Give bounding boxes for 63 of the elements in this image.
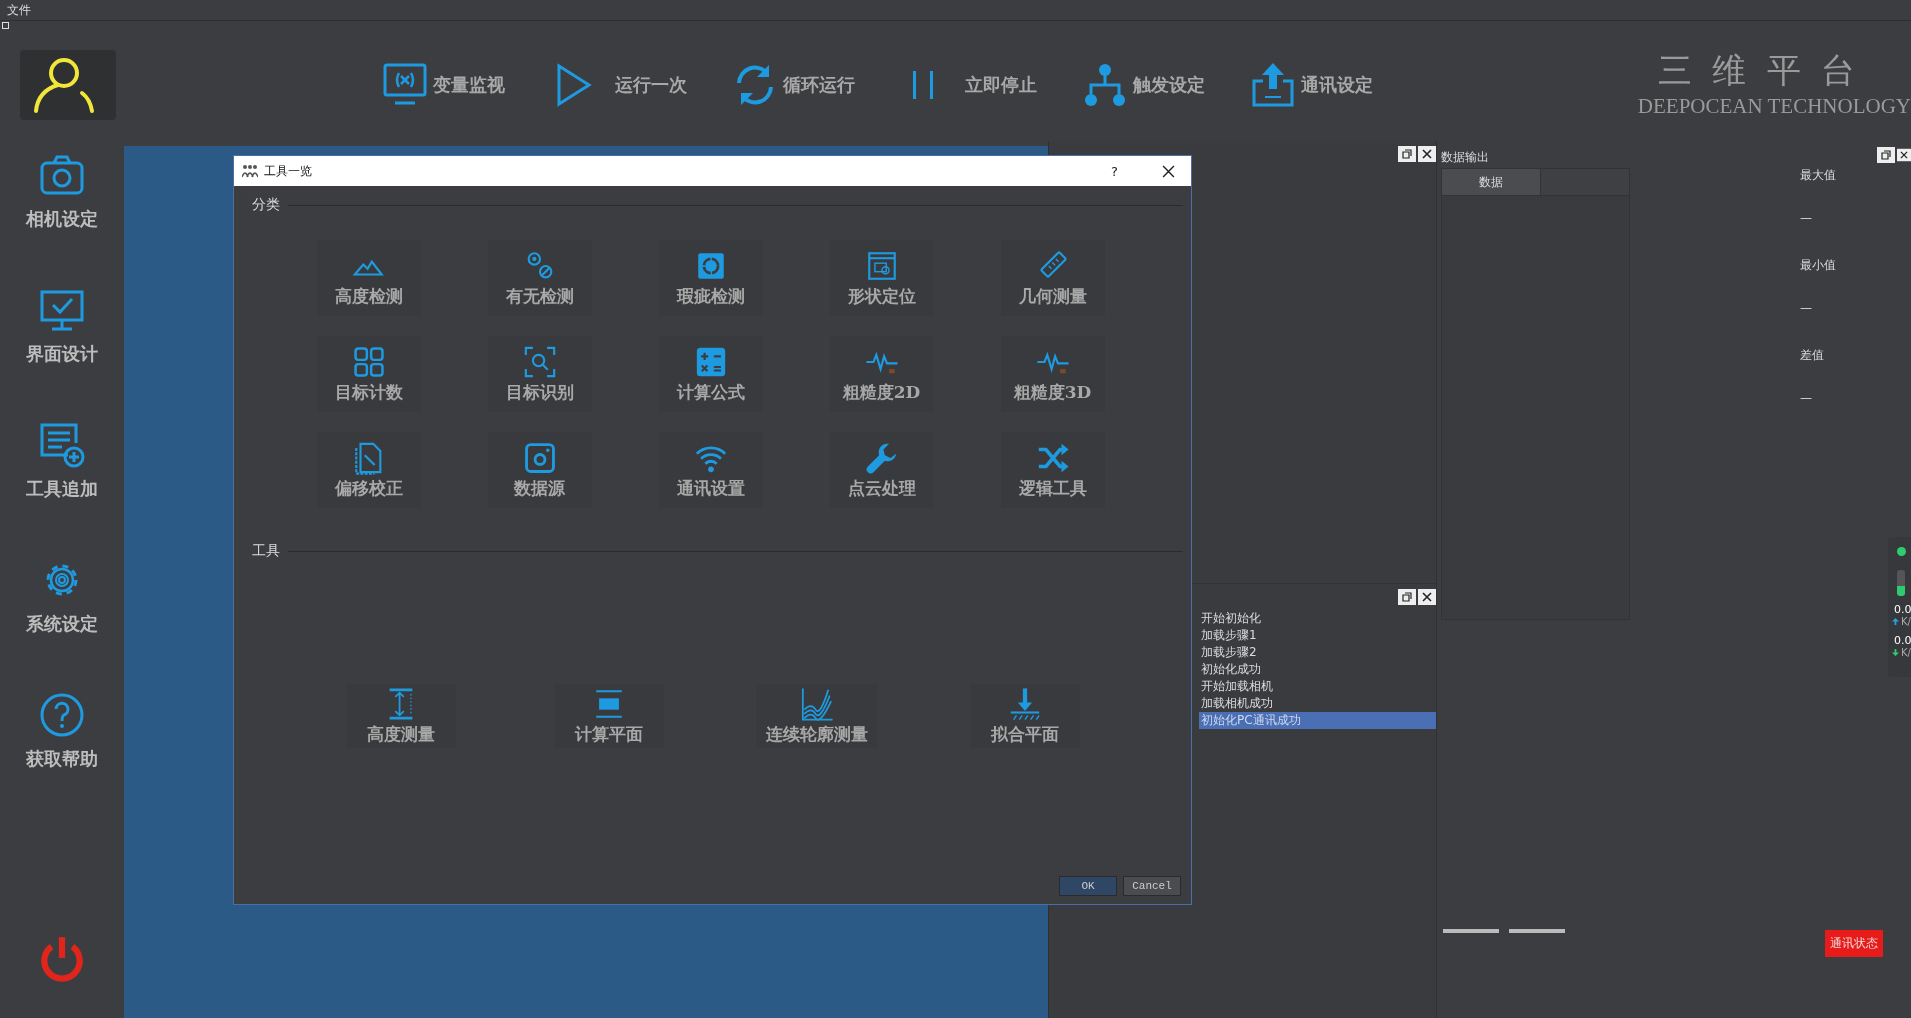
grid-icon: [351, 344, 386, 379]
log-entry[interactable]: 初始化PC通讯成功: [1199, 712, 1436, 729]
user-avatar[interactable]: [20, 50, 116, 120]
dialog-button[interactable]: Cancel: [1123, 876, 1181, 896]
logo-title: 三 维 平 台: [1657, 50, 1862, 91]
speed-value: 0.0: [1893, 635, 1911, 647]
section-label: 工具: [252, 542, 280, 560]
camera-icon: [522, 440, 557, 475]
stat-label: 差值: [1800, 347, 1825, 364]
gauge-icon: [1897, 570, 1905, 596]
status-dot-icon: [1897, 547, 1906, 556]
float-icon[interactable]: [1877, 147, 1895, 163]
log-entry[interactable]: 加载步骤2: [1199, 644, 1436, 661]
sidebar-item[interactable]: 获取帮助: [26, 691, 98, 826]
close-icon[interactable]: [1418, 589, 1436, 605]
people-icon: [242, 164, 258, 178]
help-icon: [38, 691, 86, 739]
stat-value: —: [1800, 211, 1813, 227]
sidebar-item[interactable]: 相机设定: [26, 151, 98, 286]
waves-icon: [800, 686, 834, 721]
close-icon[interactable]: [1162, 164, 1175, 178]
toolbar-button[interactable]: 循环运行: [731, 61, 855, 109]
dialog-title: 工具一览: [264, 162, 312, 180]
down-arrow-icon: [1892, 649, 1899, 656]
toolbar-button[interactable]: 触发设定: [1081, 61, 1205, 109]
scroll-handle[interactable]: [1443, 929, 1499, 933]
stat-value: —: [1800, 301, 1813, 317]
log-entry[interactable]: 开始初始化: [1199, 610, 1436, 627]
status-button[interactable]: 通讯状态: [1825, 930, 1883, 957]
stat-value: —: [1800, 391, 1813, 407]
help-button[interactable]: ?: [1111, 163, 1118, 179]
float-icon[interactable]: [1398, 146, 1416, 162]
logo-subtitle: DEEPOCEAN TECHNOLOGY: [1637, 93, 1911, 119]
sidebar-item[interactable]: 界面设计: [26, 286, 98, 421]
log-entry[interactable]: 加载相机成功: [1199, 695, 1436, 712]
menu-item[interactable]: 文件: [4, 1, 34, 19]
speed-unit: K/: [1901, 647, 1911, 658]
list-add-icon: [38, 421, 86, 469]
stat-label: 最大值: [1800, 167, 1836, 184]
close-icon[interactable]: [1897, 147, 1911, 163]
dialog-button[interactable]: OK: [1059, 876, 1117, 896]
sidebar-item[interactable]: 工具追加: [26, 421, 98, 556]
arrow-down-icon: [1008, 686, 1042, 721]
toolbar-button[interactable]: 通讯设定: [1249, 61, 1373, 109]
toolbar-handle[interactable]: [2, 21, 9, 29]
panel-title: 数据输出: [1441, 149, 1490, 166]
section-label: 分类: [252, 196, 280, 214]
log-entry[interactable]: 初始化成功: [1199, 661, 1436, 678]
speed-unit: K/: [1901, 616, 1911, 627]
close-icon[interactable]: [1418, 146, 1436, 162]
up-arrow-icon: [1892, 618, 1899, 625]
toolbar-button[interactable]: 立即停止: [899, 61, 1037, 109]
scroll-handle[interactable]: [1509, 929, 1565, 933]
toolbar-button[interactable]: 运行一次: [549, 61, 687, 109]
scan-search-icon: [522, 344, 557, 379]
stat-label: 最小值: [1800, 257, 1836, 274]
log-entry[interactable]: 加载步骤1: [1199, 627, 1436, 644]
log-entry[interactable]: 开始加载相机: [1199, 678, 1436, 695]
speed-value: 0.0: [1893, 604, 1911, 616]
float-icon[interactable]: [1398, 589, 1416, 605]
sidebar-item[interactable]: 系统设定: [26, 556, 98, 691]
column-header[interactable]: 数据: [1442, 169, 1541, 195]
toolbar-button[interactable]: 变量监视: [381, 61, 505, 109]
